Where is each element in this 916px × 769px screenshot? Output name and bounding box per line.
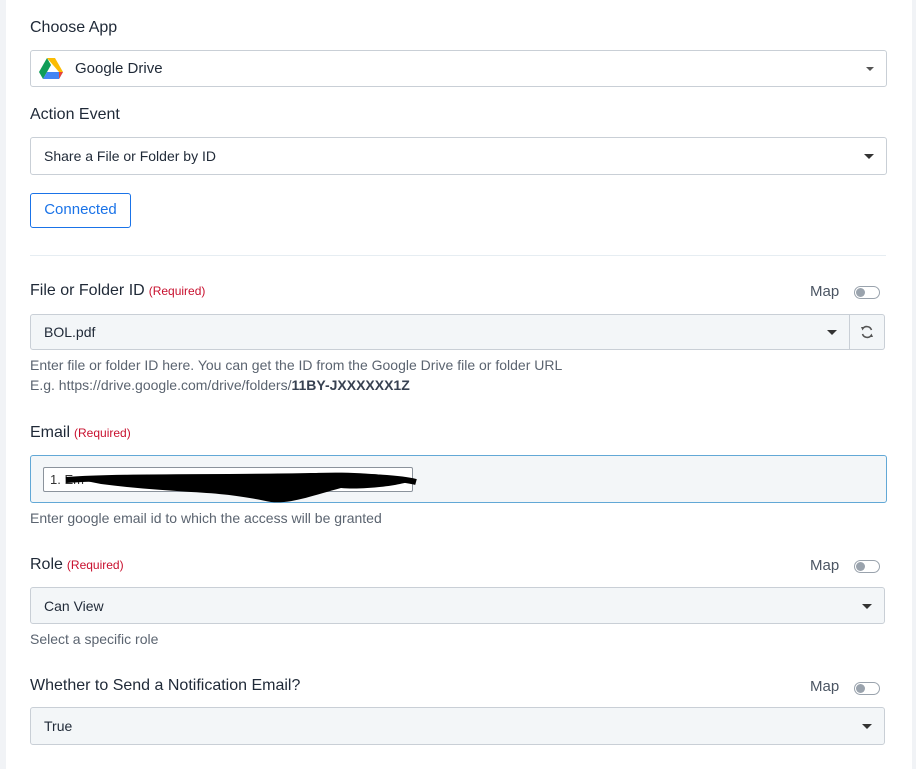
action-event-label: Action Event [30,106,120,123]
file-folder-id-value: BOL.pdf [44,324,96,340]
action-event-select[interactable]: Share a File or Folder by ID [30,137,887,175]
example-url-id: 11BY-JXXXXXX1Z [291,377,410,393]
email-label-text: Email [30,424,71,441]
map-toggle[interactable] [854,286,880,299]
map-toggle[interactable] [854,682,880,695]
file-folder-id-label: File or Folder ID (Required) [30,282,205,300]
chevron-down-icon [862,724,872,729]
required-marker: (Required) [148,284,206,298]
email-input[interactable]: 1. Em [30,455,887,503]
role-label: Role (Required) [30,556,124,574]
choose-app-value: Google Drive [75,60,163,77]
map-toggle[interactable] [854,560,880,573]
refresh-icon [860,325,874,344]
notification-value: True [44,718,73,734]
required-marker: (Required) [74,426,131,440]
chevron-down-icon [862,603,872,609]
file-folder-id-label-text: File or Folder ID [30,282,145,299]
example-url-prefix: E.g. https://drive.google.com/drive/fold… [30,377,292,393]
role-select[interactable]: Can View [30,587,885,624]
action-event-value: Share a File or Folder by ID [44,148,216,164]
role-label-text: Role [30,556,63,573]
redaction-mark [65,472,417,503]
refresh-button[interactable] [850,314,885,350]
email-label: Email (Required) [30,424,131,442]
connected-button[interactable]: Connected [30,193,131,228]
notification-select[interactable]: True [30,707,885,745]
role-value: Can View [44,597,104,614]
map-label: Map [810,283,840,300]
choose-app-label: Choose App [30,19,118,36]
google-drive-icon [39,58,63,85]
chevron-down-icon [866,66,874,71]
required-marker: (Required) [66,558,124,572]
choose-app-select[interactable]: Google Drive [30,50,887,87]
chevron-down-icon [827,330,837,335]
form-panel: Choose App Google Drive Action Event Sha… [6,0,912,769]
map-label: Map [810,678,840,695]
notification-label: Whether to Send a Notification Email? [30,677,301,694]
chevron-down-icon [864,154,874,159]
email-help: Enter google email id to which the acces… [30,510,382,526]
file-folder-id-example: E.g. https://drive.google.com/drive/fold… [30,377,410,393]
map-label: Map [810,557,840,574]
file-folder-id-select[interactable]: BOL.pdf [30,314,850,350]
role-help: Select a specific role [30,631,159,647]
section-divider [30,255,886,256]
file-folder-id-help: Enter file or folder ID here. You can ge… [30,357,563,373]
